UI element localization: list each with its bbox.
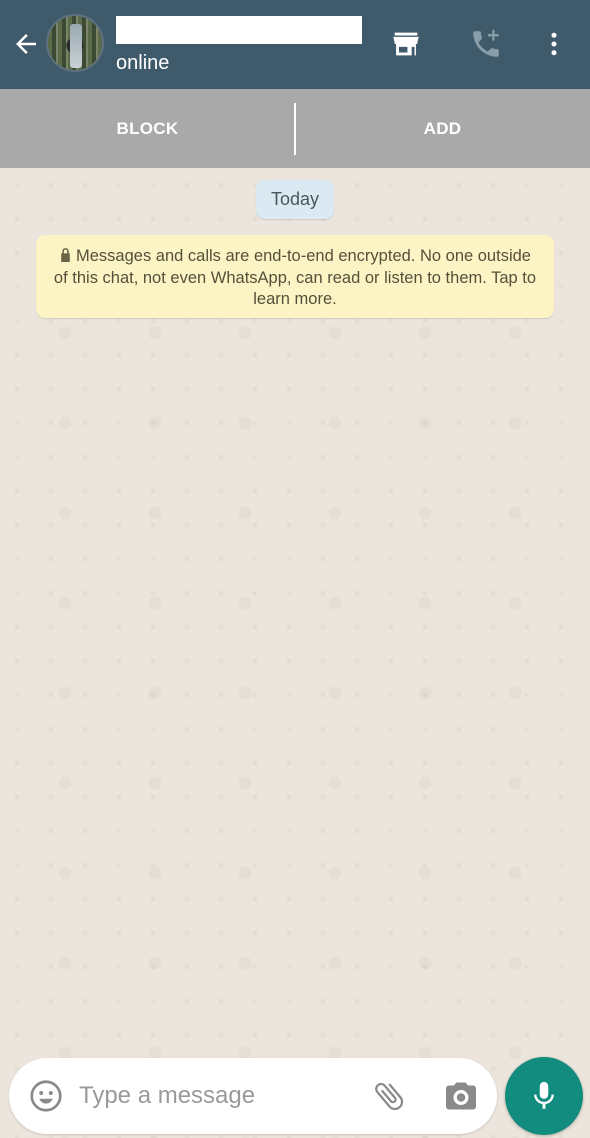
attach-icon bbox=[375, 1082, 404, 1111]
date-separator: Today bbox=[256, 180, 334, 219]
action-divider bbox=[294, 103, 296, 155]
store-icon bbox=[393, 32, 419, 56]
contact-name[interactable] bbox=[116, 16, 362, 44]
emoji-button[interactable] bbox=[27, 1077, 65, 1115]
chat-area[interactable]: Today Messages and calls are end-to-end … bbox=[0, 168, 590, 1138]
mic-icon bbox=[534, 1081, 554, 1109]
lock-icon bbox=[61, 248, 70, 262]
chat-header: online bbox=[0, 0, 590, 89]
message-input[interactable] bbox=[79, 1078, 359, 1114]
more-vert-icon bbox=[551, 32, 557, 56]
camera-icon bbox=[446, 1082, 476, 1110]
add-call-button[interactable] bbox=[466, 24, 506, 64]
catalog-button[interactable] bbox=[386, 24, 426, 64]
message-composer bbox=[9, 1058, 497, 1134]
avatar[interactable] bbox=[46, 14, 104, 72]
unknown-contact-action-bar: BLOCK ADD bbox=[0, 89, 590, 168]
back-button[interactable] bbox=[8, 26, 44, 62]
emoji-icon bbox=[30, 1080, 62, 1112]
camera-button[interactable] bbox=[441, 1076, 481, 1116]
contact-status: online bbox=[116, 52, 170, 74]
encryption-notice[interactable]: Messages and calls are end-to-end encryp… bbox=[36, 235, 554, 318]
add-call-icon bbox=[473, 29, 499, 57]
back-arrow-icon bbox=[16, 34, 36, 54]
more-options-button[interactable] bbox=[534, 24, 574, 64]
encryption-notice-text: Messages and calls are end-to-end encryp… bbox=[53, 247, 537, 308]
attach-button[interactable] bbox=[369, 1076, 409, 1116]
block-button[interactable]: BLOCK bbox=[0, 89, 295, 168]
voice-message-button[interactable] bbox=[505, 1057, 583, 1135]
add-contact-button[interactable]: ADD bbox=[295, 89, 590, 168]
